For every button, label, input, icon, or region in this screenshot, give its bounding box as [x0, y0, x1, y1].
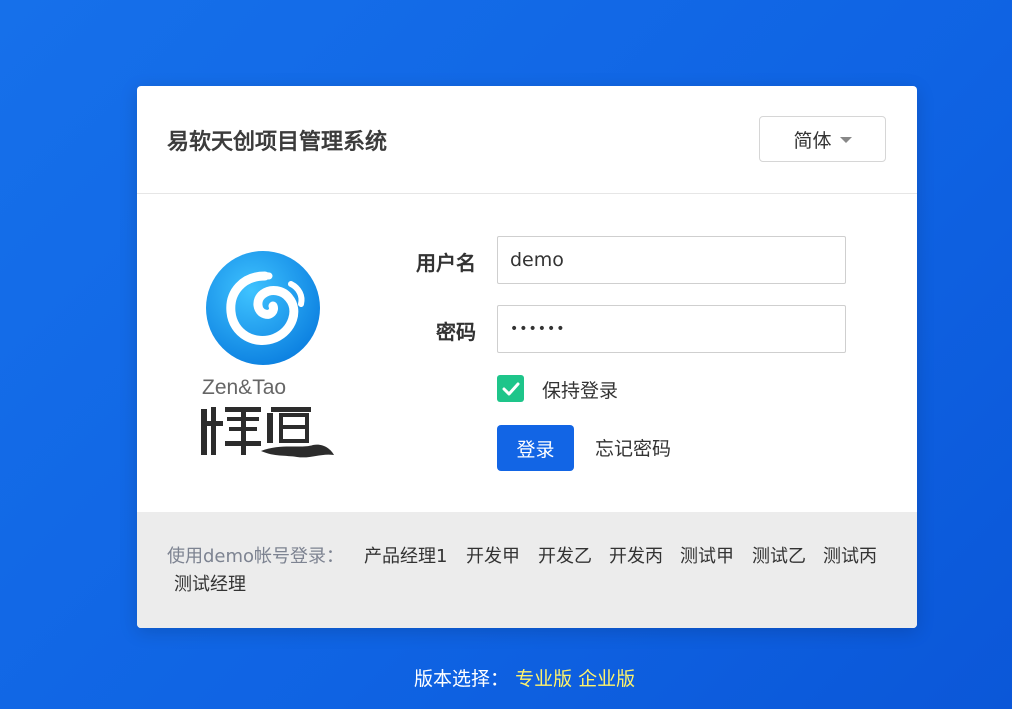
- password-value: ••••••: [510, 321, 566, 337]
- demo-accounts-panel: 使用demo帐号登录： 产品经理1 开发甲 开发乙 开发丙 测试甲 测试乙 测试…: [137, 512, 917, 628]
- edition-selector: 版本选择： 专业版 企业版: [414, 664, 635, 691]
- password-label: 密码: [436, 320, 476, 344]
- username-input[interactable]: demo: [497, 236, 846, 284]
- remember-label[interactable]: 保持登录: [542, 376, 618, 403]
- chevron-down-icon: [839, 137, 852, 143]
- demo-account-link[interactable]: 测试乙: [752, 542, 806, 568]
- logo-swirl-icon: [206, 251, 320, 365]
- username-label: 用户名: [416, 251, 476, 275]
- check-icon: [502, 382, 519, 395]
- demo-account-link[interactable]: 开发乙: [538, 542, 592, 568]
- edition-enterprise-link[interactable]: 企业版: [578, 668, 635, 690]
- demo-account-link[interactable]: 测试甲: [680, 542, 734, 568]
- logo-calligraphy-icon: [201, 407, 334, 458]
- card-header: 易软天创项目管理系统 简体: [137, 86, 917, 194]
- app-title: 易软天创项目管理系统: [167, 130, 388, 155]
- demo-account-link[interactable]: 开发丙: [609, 542, 663, 568]
- edition-pro-link[interactable]: 专业版: [515, 668, 572, 690]
- login-card: 易软天创项目管理系统 简体 Zen&Tao 用户名 demo 密码 ••••••…: [137, 86, 917, 628]
- login-button[interactable]: 登录: [497, 425, 574, 471]
- remember-checkbox[interactable]: [497, 375, 524, 402]
- logo-text: Zen&Tao: [202, 376, 287, 399]
- demo-accounts-prefix: 使用demo帐号登录：: [167, 546, 345, 567]
- forgot-password-link[interactable]: 忘记密码: [595, 434, 671, 461]
- password-input[interactable]: ••••••: [497, 305, 846, 353]
- zentao-logo: Zen&Tao: [199, 248, 339, 463]
- language-label: 简体: [793, 129, 832, 152]
- language-dropdown[interactable]: 简体: [759, 116, 886, 162]
- demo-account-link[interactable]: 开发甲: [466, 542, 520, 568]
- demo-account-link[interactable]: 测试经理: [174, 570, 246, 596]
- demo-account-link[interactable]: 测试丙: [823, 542, 877, 568]
- edition-label: 版本选择：: [414, 668, 510, 690]
- username-value: demo: [510, 249, 564, 271]
- demo-account-link[interactable]: 产品经理1: [364, 542, 447, 568]
- login-page: { "header": { "title": "易软天创项目管理系统", "la…: [0, 0, 1012, 709]
